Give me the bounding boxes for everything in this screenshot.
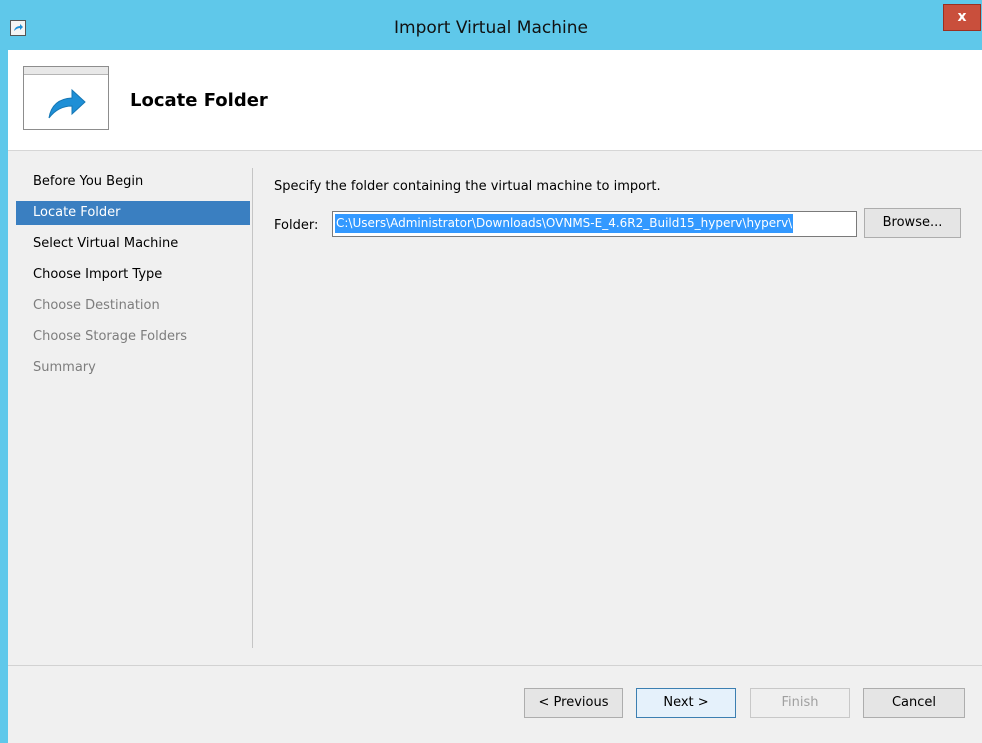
folder-label: Folder:	[274, 218, 319, 233]
window-title: Import Virtual Machine	[394, 18, 588, 38]
finish-button: Finish	[750, 688, 850, 718]
browse-button[interactable]: Browse...	[864, 208, 961, 238]
nav-step-before-you-begin[interactable]: Before You Begin	[16, 170, 250, 194]
wizard-header: Locate Folder	[8, 50, 982, 151]
folder-path-input[interactable]: C:\Users\Administrator\Downloads\OVNMS-E…	[332, 211, 857, 237]
nav-step-locate-folder[interactable]: Locate Folder	[16, 201, 250, 225]
nav-step-choose-destination: Choose Destination	[33, 298, 160, 313]
nav-divider	[252, 168, 253, 648]
cancel-button[interactable]: Cancel	[863, 688, 965, 718]
dialog-client-area: Locate Folder Before You Begin Locate Fo…	[8, 50, 982, 743]
nav-step-choose-storage-folders: Choose Storage Folders	[33, 329, 188, 344]
nav-step-select-virtual-machine[interactable]: Select Virtual Machine	[16, 232, 250, 256]
nav-step-summary: Summary	[33, 360, 96, 375]
title-bar[interactable]: Import Virtual Machine x	[0, 0, 982, 50]
next-button[interactable]: Next >	[636, 688, 736, 718]
previous-button[interactable]: < Previous	[524, 688, 623, 718]
icon-window-strip	[24, 67, 108, 75]
folder-path-value[interactable]: C:\Users\Administrator\Downloads\OVNMS-E…	[335, 214, 794, 233]
wizard-steps-nav: Before You Begin Locate Folder Select Vi…	[8, 170, 252, 650]
nav-step-choose-import-type[interactable]: Choose Import Type	[16, 263, 250, 287]
close-button[interactable]: x	[943, 4, 981, 31]
footer-divider	[8, 665, 982, 666]
page-title: Locate Folder	[130, 90, 268, 111]
import-vm-window: Import Virtual Machine x Locate Folder B…	[0, 0, 982, 743]
forward-arrow-icon	[23, 66, 109, 130]
instruction-text: Specify the folder containing the virtua…	[274, 179, 661, 194]
